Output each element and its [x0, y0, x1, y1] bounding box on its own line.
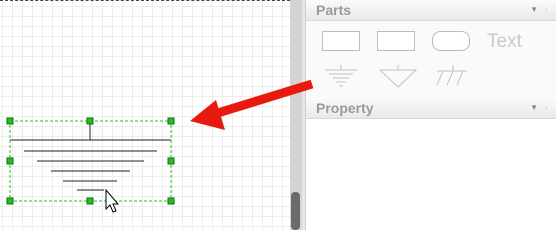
- annotation-arrow: [190, 79, 314, 130]
